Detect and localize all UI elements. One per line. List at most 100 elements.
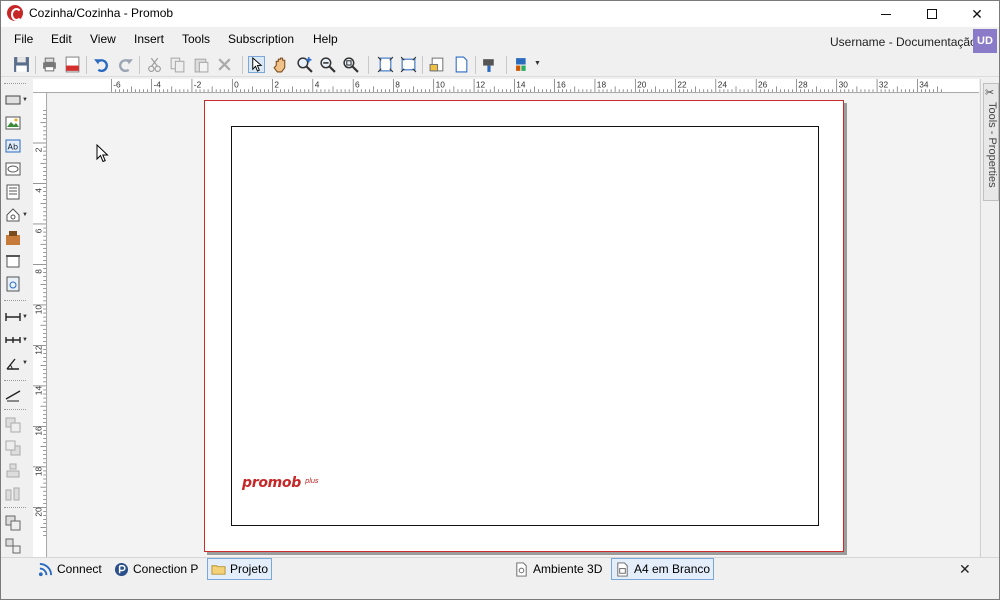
user-avatar[interactable]: UD <box>973 29 997 53</box>
user-name-label[interactable]: Username - Documentação <box>830 35 977 49</box>
ruler-label: 14 <box>516 79 526 89</box>
ruler-label: -2 <box>194 79 202 89</box>
ruler-label: 26 <box>758 79 768 89</box>
chain-dimension-dropdown-icon[interactable]: ▼ <box>22 337 28 343</box>
menu-view[interactable]: View <box>90 32 116 46</box>
tab-ambiente-3d[interactable]: Ambiente 3D <box>511 558 605 580</box>
drawing-canvas[interactable]: promob plus <box>48 94 979 557</box>
zoom-out-icon[interactable] <box>319 56 336 73</box>
toolbox-grip <box>4 83 26 84</box>
close-button[interactable]: ✕ <box>954 1 999 27</box>
menu-edit[interactable]: Edit <box>51 32 72 46</box>
bring-forward-icon[interactable] <box>5 417 21 433</box>
ruler-label: 32 <box>879 79 889 89</box>
page-setup-tool-icon[interactable] <box>5 276 21 292</box>
fit-page-icon[interactable] <box>377 56 394 73</box>
properties-icon[interactable] <box>481 56 498 73</box>
pdf-icon[interactable] <box>64 56 81 73</box>
dimension-tool-dropdown-icon[interactable]: ▼ <box>22 314 28 320</box>
vertical-ruler[interactable]: 2 4 6 8 10 12 14 16 18 20 <box>33 93 47 557</box>
left-toolbox: ▼ Ab ▼ ▼ ▼ ▼ <box>1 79 31 557</box>
pan-hand-icon[interactable] <box>272 56 289 73</box>
measure-line-tool-icon[interactable] <box>5 387 21 403</box>
redo-icon[interactable] <box>117 56 134 73</box>
menu-help[interactable]: Help <box>313 32 338 46</box>
ruler-label: 4 <box>33 188 43 193</box>
promob-logo-icon <box>7 5 23 21</box>
save-icon[interactable] <box>13 56 30 73</box>
menu-file[interactable]: File <box>14 32 33 46</box>
svg-text:Ab: Ab <box>8 143 19 152</box>
ruler-label: 18 <box>597 79 607 89</box>
layout-style-icon[interactable] <box>515 56 532 73</box>
conection-p-icon <box>114 562 129 576</box>
maximize-icon <box>927 9 937 19</box>
toolbox-separator <box>4 507 26 508</box>
send-backward-icon[interactable] <box>5 440 21 456</box>
close-tab-icon[interactable]: ✕ <box>959 561 971 578</box>
house-view-dropdown-icon[interactable]: ▼ <box>22 212 28 218</box>
menu-tools[interactable]: Tools <box>182 32 210 46</box>
ruler-label: 10 <box>436 79 446 89</box>
tools-icon: ✂ <box>985 87 995 99</box>
menu-insert[interactable]: Insert <box>134 32 164 46</box>
ruler-label: 16 <box>557 79 567 89</box>
ungroup-tool-icon[interactable] <box>5 538 21 554</box>
tab-a4-em-branco[interactable]: A4 em Branco <box>611 558 715 580</box>
horizontal-ruler[interactable]: -6 -4 -2 0 2 4 6 8 10 12 14 16 18 20 22 24 26 28 30 32 34 <box>33 79 979 93</box>
zoom-in-icon[interactable] <box>296 56 313 73</box>
distribute-tool-icon[interactable] <box>5 486 21 502</box>
toolbar-separator <box>368 56 369 74</box>
copy-icon[interactable] <box>169 56 186 73</box>
tab-label: Conection P <box>133 562 199 576</box>
tab-conection-p[interactable]: Conection P <box>111 558 201 580</box>
paste-icon[interactable] <box>193 56 210 73</box>
undo-icon[interactable] <box>93 56 110 73</box>
tab-projeto[interactable]: Projeto <box>207 558 273 580</box>
view-3d-tool-icon[interactable] <box>5 161 21 177</box>
ruler-label: 8 <box>33 269 43 274</box>
angle-dimension-dropdown-icon[interactable]: ▼ <box>22 360 28 366</box>
toolbar-separator <box>506 56 507 74</box>
render-tool-icon[interactable] <box>5 230 21 246</box>
delete-icon[interactable] <box>216 56 233 73</box>
minimize-button[interactable] <box>863 1 909 27</box>
align-tool-icon[interactable] <box>5 463 21 479</box>
layout-style-dropdown-icon[interactable]: ▼ <box>534 60 541 67</box>
group-tool-icon[interactable] <box>5 515 21 531</box>
elevation-tool-icon[interactable] <box>5 253 21 269</box>
toolbar-separator <box>86 56 87 74</box>
layout-page[interactable]: promob plus <box>204 100 844 552</box>
page-setup-icon[interactable] <box>429 56 446 73</box>
menu-subscription[interactable]: Subscription <box>228 32 294 46</box>
fit-width-icon[interactable] <box>400 56 417 73</box>
rectangle-tool-dropdown-icon[interactable]: ▼ <box>22 97 28 103</box>
toolbox-separator <box>4 380 26 381</box>
menu-bar: File Edit View Insert Tools Subscription… <box>1 29 999 53</box>
bottom-tab-bar: Connect Conection P Projeto Ambiente 3D … <box>1 557 999 581</box>
text-tool-icon[interactable]: Ab <box>5 138 21 154</box>
toolbox-separator <box>4 300 26 301</box>
zoom-window-icon[interactable] <box>342 56 359 73</box>
chain-dimension-tool-icon[interactable] <box>5 332 21 348</box>
rectangle-tool-icon[interactable] <box>5 92 21 108</box>
tab-connect[interactable]: Connect <box>35 558 105 580</box>
ruler-label: 2 <box>33 147 43 152</box>
image-tool-icon[interactable] <box>5 115 21 131</box>
ruler-label: 24 <box>718 79 728 89</box>
dimension-tool-icon[interactable] <box>5 309 21 325</box>
print-icon[interactable] <box>41 56 58 73</box>
brand-name: promob <box>242 475 301 491</box>
document-3d-icon <box>516 561 527 577</box>
cut-icon[interactable] <box>146 56 163 73</box>
ruler-label: 4 <box>315 79 320 89</box>
page-frame[interactable]: promob plus <box>231 126 819 526</box>
select-pointer-icon[interactable] <box>248 56 265 73</box>
house-view-tool-icon[interactable] <box>5 207 21 223</box>
tools-properties-tab[interactable]: ✂ Tools - Properties <box>983 83 999 201</box>
angle-dimension-tool-icon[interactable] <box>5 355 21 371</box>
ruler-label: 22 <box>677 79 687 89</box>
maximize-button[interactable] <box>909 1 955 27</box>
new-page-icon[interactable] <box>453 56 470 73</box>
list-tool-icon[interactable] <box>5 184 21 200</box>
